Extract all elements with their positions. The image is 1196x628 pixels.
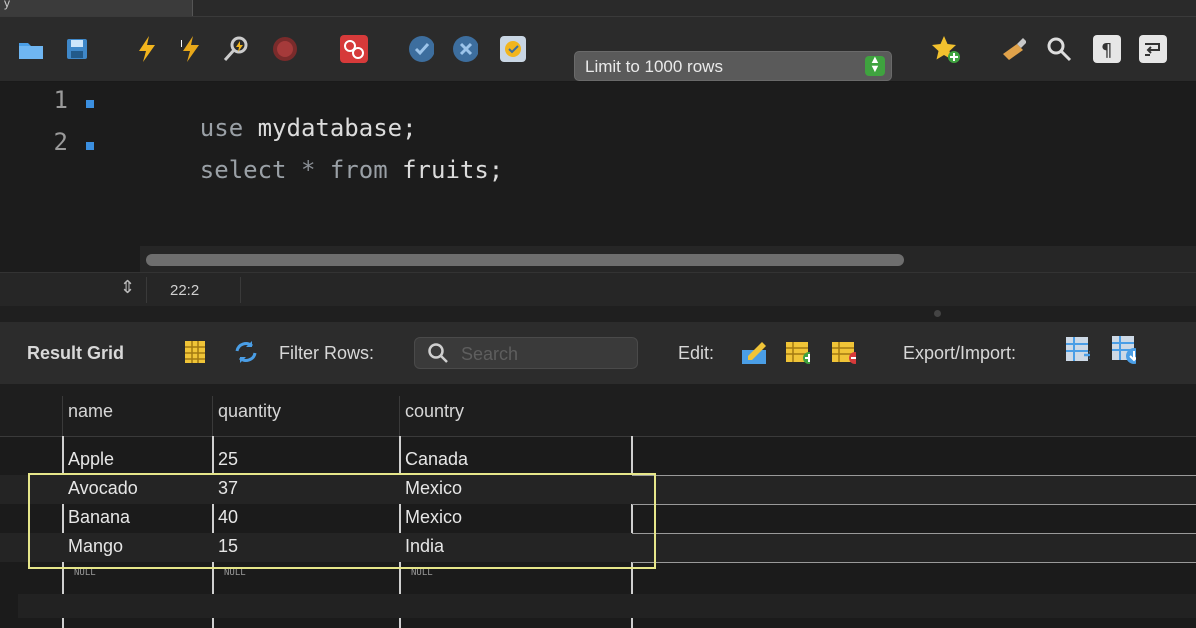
result-grid[interactable]: name quantity country Apple 25 Canada Av… bbox=[0, 384, 1196, 628]
bookmark-star-icon[interactable] bbox=[930, 36, 962, 63]
result-grid-tab[interactable]: Result Grid bbox=[27, 343, 124, 364]
find-icon[interactable] bbox=[1046, 36, 1072, 62]
beautify-icon[interactable] bbox=[1000, 36, 1026, 62]
cell-name[interactable]: Banana bbox=[68, 507, 130, 528]
chevron-updown-icon[interactable]: ⇕ bbox=[120, 277, 135, 298]
edit-cell-icon[interactable] bbox=[740, 339, 766, 365]
keyword: from bbox=[329, 156, 388, 184]
line-gutter-2: 2 bbox=[0, 128, 140, 164]
save-icon[interactable] bbox=[64, 36, 90, 62]
chevron-updown-icon: ▲ ▼ bbox=[865, 55, 885, 76]
cell-country[interactable]: India bbox=[405, 536, 444, 557]
divider bbox=[146, 277, 147, 303]
sql-editor[interactable]: 1 use mydatabase; 2 select * from fruits… bbox=[0, 82, 1196, 272]
sql-editor-toolbar: I Limit to 1000 rows ▲ ▼ ¶ bbox=[0, 17, 1196, 82]
cell-country[interactable]: Canada bbox=[405, 449, 468, 470]
identifier: fruits; bbox=[387, 156, 504, 184]
row-divider bbox=[632, 504, 1196, 505]
cell-name[interactable]: Avocado bbox=[68, 478, 138, 499]
invisible-chars-icon[interactable]: ¶ bbox=[1092, 35, 1122, 63]
keyword: select bbox=[199, 156, 287, 184]
column-header-quantity[interactable]: quantity bbox=[218, 401, 281, 422]
limit-rows-label: Limit to 1000 rows bbox=[585, 57, 723, 76]
explain-icon[interactable] bbox=[222, 36, 248, 62]
scrollbar-thumb[interactable] bbox=[146, 254, 904, 266]
column-header-country[interactable]: country bbox=[405, 401, 464, 422]
null-cell[interactable]: NULL bbox=[74, 568, 96, 578]
commit-icon[interactable] bbox=[408, 36, 434, 62]
grid-header-row: name quantity country bbox=[0, 384, 1196, 437]
wrap-icon[interactable] bbox=[1138, 35, 1168, 63]
cell-quantity[interactable]: 37 bbox=[218, 478, 238, 499]
line-gutter-1: 1 bbox=[0, 86, 140, 122]
open-folder-icon[interactable] bbox=[18, 36, 44, 62]
edit-label: Edit: bbox=[678, 343, 715, 363]
search-icon bbox=[427, 342, 449, 369]
toggle-error-icon[interactable] bbox=[338, 35, 370, 63]
operator: * bbox=[286, 156, 330, 184]
insert-row-icon[interactable] bbox=[784, 339, 810, 365]
code-line-2[interactable]: select * from fruits; bbox=[142, 128, 503, 212]
null-cell[interactable]: NULL bbox=[411, 568, 433, 578]
grid-layout-icon[interactable] bbox=[182, 339, 208, 365]
export-import-label: Export/Import: bbox=[903, 343, 1017, 363]
cell-country[interactable]: Mexico bbox=[405, 507, 462, 528]
cell-quantity[interactable]: 25 bbox=[218, 449, 238, 470]
import-icon[interactable] bbox=[1110, 336, 1136, 364]
table-row[interactable]: Mango 15 India bbox=[0, 533, 1196, 562]
cell-country[interactable]: Mexico bbox=[405, 478, 462, 499]
result-toolbar: Result Grid Filter Rows: Edit: Export/Im… bbox=[0, 322, 1196, 385]
column-header-name[interactable]: name bbox=[68, 401, 113, 422]
grid-empty-row bbox=[18, 594, 1196, 618]
filter-rows-label: Filter Rows: bbox=[279, 343, 375, 363]
statement-marker-icon bbox=[86, 100, 94, 108]
statement-marker-icon bbox=[86, 142, 94, 150]
autocommit-icon[interactable] bbox=[498, 36, 528, 62]
null-cell[interactable]: NULL bbox=[224, 568, 246, 578]
table-row[interactable]: Banana 40 Mexico bbox=[0, 504, 1196, 533]
svg-text:¶: ¶ bbox=[1101, 40, 1112, 61]
cell-name[interactable]: Apple bbox=[68, 449, 114, 470]
cell-name[interactable]: Mango bbox=[68, 536, 123, 557]
export-icon[interactable] bbox=[1064, 337, 1090, 363]
line-number: 2 bbox=[53, 128, 68, 156]
limit-rows-select[interactable]: Limit to 1000 rows ▲ ▼ bbox=[574, 51, 892, 81]
query-tab[interactable]: y bbox=[0, 0, 193, 16]
row-divider bbox=[632, 562, 1196, 563]
line-number: 1 bbox=[53, 86, 68, 114]
rollback-icon[interactable] bbox=[452, 36, 478, 62]
filter-search-input[interactable] bbox=[459, 342, 633, 366]
editor-horizontal-scrollbar[interactable] bbox=[140, 246, 1196, 272]
row-divider bbox=[632, 533, 1196, 534]
execute-current-icon[interactable]: I bbox=[178, 36, 204, 62]
cursor-position: 22:2 bbox=[170, 282, 200, 299]
delete-row-icon[interactable] bbox=[830, 339, 856, 365]
cell-quantity[interactable]: 15 bbox=[218, 536, 238, 557]
divider bbox=[240, 277, 241, 303]
splitter-handle-icon[interactable] bbox=[934, 310, 941, 317]
editor-status-bar: ⇕ 22:2 bbox=[0, 272, 1196, 307]
panel-splitter[interactable] bbox=[0, 306, 1196, 322]
execute-icon[interactable] bbox=[134, 36, 160, 62]
table-row[interactable]: Apple 25 Canada bbox=[0, 446, 1196, 475]
stop-icon[interactable] bbox=[272, 36, 298, 62]
filter-search-box[interactable] bbox=[414, 337, 638, 369]
cell-quantity[interactable]: 40 bbox=[218, 507, 238, 528]
refresh-icon[interactable] bbox=[232, 339, 258, 365]
svg-text:I: I bbox=[180, 39, 183, 50]
row-divider bbox=[632, 475, 1196, 476]
query-tab-title: y bbox=[4, 0, 10, 10]
table-row[interactable]: Avocado 37 Mexico bbox=[0, 475, 1196, 504]
tab-strip: y bbox=[0, 0, 1196, 17]
